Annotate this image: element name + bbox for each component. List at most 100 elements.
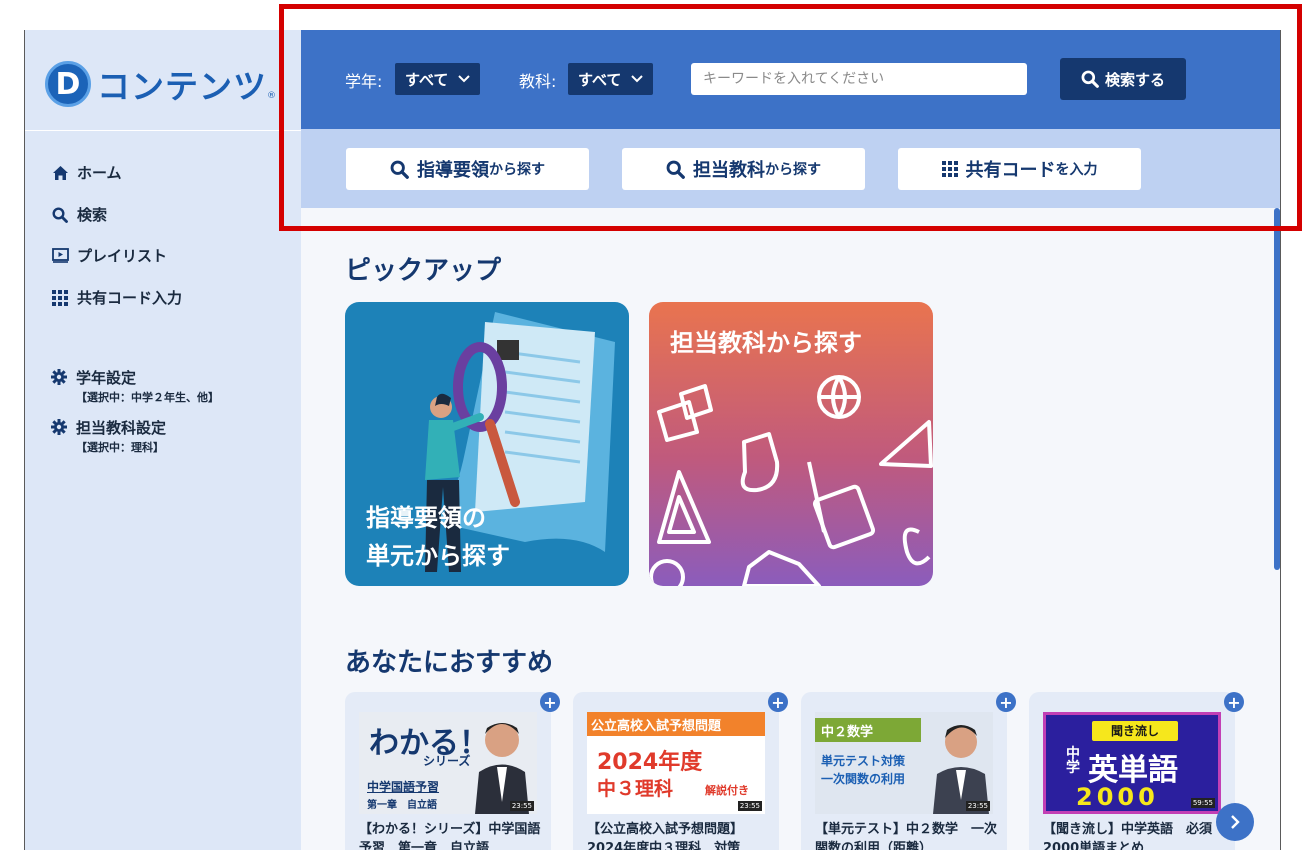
sidebar-item-share-code[interactable]: 共有コード入力 bbox=[51, 287, 182, 308]
subject-select-value: すべて bbox=[578, 70, 622, 89]
thumbnail-note: 解説付き bbox=[705, 784, 749, 797]
pickup-card-guideline-line2: 単元から探す bbox=[366, 542, 510, 570]
sidebar-item-label: 検索 bbox=[77, 206, 108, 224]
search-icon bbox=[666, 160, 685, 179]
sidebar-item-label: プレイリスト bbox=[77, 247, 168, 265]
pickup-card-guideline-line1: 指導要領の bbox=[366, 504, 486, 532]
video-title: 【公立高校入試予想問題】2024年度中３理科 対策 bbox=[587, 822, 744, 850]
thumbnail-topic: 一次関数の利用 bbox=[821, 772, 906, 786]
grade-setting-label: 学年設定 bbox=[76, 369, 137, 387]
search-by-subject-button[interactable]: 担当教科 から探す bbox=[622, 148, 865, 190]
thumbnail-banner: 聞き流し bbox=[1092, 721, 1178, 741]
sidebar: D コンテンツ ® ホーム 検索 プレイリスト 共有コード入力 学年設定 【選択… bbox=[25, 30, 301, 850]
search-button[interactable]: 検索する bbox=[1060, 58, 1186, 100]
gear-icon bbox=[51, 419, 68, 436]
sidebar-item-search[interactable]: 検索 bbox=[51, 204, 107, 225]
app-window: D コンテンツ ® ホーム 検索 プレイリスト 共有コード入力 学年設定 【選択… bbox=[24, 30, 1281, 850]
sidebar-item-playlist[interactable]: プレイリスト bbox=[51, 245, 167, 266]
search-button-label: 検索する bbox=[1104, 70, 1165, 89]
subject-setting-label: 担当教科設定 bbox=[76, 419, 167, 437]
grade-filter-label: 学年: bbox=[345, 72, 383, 91]
thumbnail-year: 2024年度 bbox=[597, 750, 703, 775]
sidebar-item-home[interactable]: ホーム bbox=[51, 162, 122, 183]
carousel-next-button[interactable] bbox=[1216, 803, 1254, 841]
chevron-down-icon bbox=[458, 72, 471, 86]
keyword-input[interactable] bbox=[691, 63, 1027, 95]
sidebar-item-label: 共有コード入力 bbox=[77, 289, 183, 307]
quick-search-bar: 指導要領 から探す 担当教科 から探す 共有コード を入力 bbox=[301, 129, 1280, 208]
video-duration: 23:55 bbox=[737, 801, 762, 811]
guideline-button-suffix: から探す bbox=[489, 162, 545, 178]
logo-mark: D bbox=[45, 61, 91, 107]
subject-select[interactable]: すべて bbox=[568, 63, 654, 95]
search-icon bbox=[390, 160, 409, 179]
thumbnail-banner: 公立高校入試予想問題 bbox=[587, 712, 765, 736]
video-card[interactable]: わかる！ シリーズ 中学国語予習 第一章 自立語 23:55 【わかる！シリーズ… bbox=[345, 692, 560, 850]
presenter-image bbox=[933, 725, 989, 814]
video-thumbnail: わかる！ シリーズ 中学国語予習 第一章 自立語 23:55 bbox=[359, 712, 537, 814]
add-to-playlist-button[interactable]: + bbox=[768, 692, 788, 712]
pickup-card-guideline-title: 指導要領の 単元から探す bbox=[366, 499, 510, 575]
thumbnail-chapter: 第一章 自立語 bbox=[367, 800, 437, 811]
presenter-image bbox=[475, 723, 529, 814]
video-thumbnail: 聞き流し 中学 英単語 2000 59:55 bbox=[1043, 712, 1221, 814]
sidebar-item-label: ホーム bbox=[77, 164, 122, 182]
video-duration: 23:55 bbox=[509, 801, 534, 811]
thumbnail-count: 2000 bbox=[1076, 783, 1159, 811]
video-duration: 59:55 bbox=[1190, 798, 1215, 808]
pickup-card-guideline[interactable]: 指導要領の 単元から探す bbox=[345, 302, 629, 586]
video-thumbnail: 公立高校入試予想問題 2024年度 中３理科 解説付き 23:55 bbox=[587, 712, 765, 814]
pickup-card-subject[interactable]: 担当教科から探す bbox=[649, 302, 933, 586]
chevron-down-icon bbox=[631, 72, 644, 86]
share-code-button-label: 共有コード bbox=[965, 160, 1056, 181]
share-code-button-suffix: を入力 bbox=[1055, 162, 1098, 178]
enter-share-code-button[interactable]: 共有コード を入力 bbox=[898, 148, 1141, 190]
playlist-icon bbox=[51, 247, 69, 265]
thumbnail-test: 単元テスト対策 bbox=[821, 754, 906, 768]
pickup-title: ピックアップ bbox=[345, 256, 502, 286]
thumbnail-banner: 中２数学 bbox=[815, 718, 921, 742]
grade-setting-value: 【選択中：中学２年生、他】 bbox=[76, 391, 219, 404]
logo[interactable]: D コンテンツ ® bbox=[45, 58, 276, 110]
grade-select[interactable]: すべて bbox=[395, 63, 481, 95]
grid-icon bbox=[941, 161, 958, 177]
recommend-title: あなたにおすすめ bbox=[345, 648, 554, 678]
video-duration: 23:55 bbox=[965, 801, 990, 811]
add-to-playlist-button[interactable]: + bbox=[540, 692, 560, 712]
thumbnail-level: 中学 bbox=[1066, 746, 1080, 776]
add-to-playlist-button[interactable]: + bbox=[996, 692, 1016, 712]
subject-filter-label: 教科: bbox=[519, 72, 557, 91]
add-to-playlist-button[interactable]: + bbox=[1224, 692, 1244, 712]
video-card[interactable]: 中２数学 単元テスト対策 一次関数の利用 23:55 【単元テスト】中２数学 一… bbox=[801, 692, 1016, 850]
subject-button-suffix: から探す bbox=[765, 162, 821, 178]
grade-setting[interactable]: 学年設定 【選択中：中学２年生、他】 bbox=[51, 367, 219, 405]
logo-text: コンテンツ bbox=[97, 67, 267, 106]
logo-registered: ® bbox=[267, 91, 276, 101]
video-card[interactable]: 聞き流し 中学 英単語 2000 59:55 【聞き流し】中学英語 必須2000… bbox=[1029, 692, 1244, 850]
scrollbar[interactable] bbox=[1274, 208, 1280, 570]
guideline-button-label: 指導要領 bbox=[417, 160, 489, 181]
video-card[interactable]: 公立高校入試予想問題 2024年度 中３理科 解説付き 23:55 【公立高校入… bbox=[573, 692, 788, 850]
video-title: 【わかる！シリーズ】中学国語予習 第一章 自立語 bbox=[359, 822, 541, 850]
subject-button-label: 担当教科 bbox=[693, 160, 765, 181]
pickup-card-subject-title: 担当教科から探す bbox=[670, 329, 862, 357]
thumbnail-subject: 中学国語予習 bbox=[367, 780, 440, 794]
search-icon bbox=[1081, 70, 1099, 88]
video-thumbnail: 中２数学 単元テスト対策 一次関数の利用 23:55 bbox=[815, 712, 993, 814]
grade-select-value: すべて bbox=[405, 70, 449, 89]
subject-setting-value: 【選択中：理科】 bbox=[76, 441, 164, 454]
search-bar: 学年: すべて 教科: すべて 検索する bbox=[301, 30, 1280, 129]
home-icon bbox=[51, 164, 69, 182]
subject-setting[interactable]: 担当教科設定 【選択中：理科】 bbox=[51, 417, 166, 455]
grid-icon bbox=[51, 289, 69, 307]
thumbnail-subject: 中３理科 bbox=[597, 778, 674, 800]
chevron-right-icon bbox=[1231, 815, 1240, 829]
main-content: ピックアップ 指導要領の 単元から探す 担当教科から探す あなたにおすすめ わか… bbox=[301, 208, 1280, 850]
thumbnail-series: シリーズ bbox=[423, 754, 471, 768]
video-title: 【聞き流し】中学英語 必須2000単語まとめ bbox=[1043, 822, 1213, 850]
gear-icon bbox=[51, 369, 68, 386]
search-by-guideline-button[interactable]: 指導要領 から探す bbox=[346, 148, 589, 190]
video-title: 【単元テスト】中２数学 一次関数の利用（距離） bbox=[815, 822, 998, 850]
search-icon bbox=[51, 206, 69, 224]
sidebar-divider bbox=[25, 130, 301, 131]
